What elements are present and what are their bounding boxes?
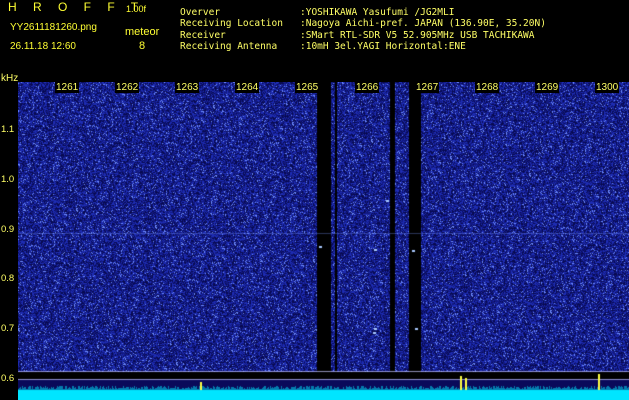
observer-value: :YOSHIKAWA Yasufumi /JG2MLI [300,7,455,18]
receiver-value: :SMart RTL-SDR V5 52.905MHz USB TACHIKAW… [300,30,535,41]
x-tick-label: 1268 [475,82,500,93]
antenna-value: :10mH 3el.YAGI Horizontal:ENE [300,41,466,52]
datetime-label: 26.11.18 12:60 [10,41,76,52]
y-axis-unit: kHz [1,73,19,84]
spectrogram-plot [18,82,629,400]
x-tick-label: 1264 [235,82,260,93]
y-tick-label: 1.0 [1,174,15,185]
y-tick-label: 0.8 [1,273,15,284]
x-tick-label: 1300 [595,82,620,93]
y-tick-label: 0.7 [1,323,15,334]
x-tick-label: 1267 [415,82,440,93]
mode-label: meteor [125,26,160,38]
y-tick-label: 0.9 [1,224,15,235]
x-tick-label: 1263 [175,82,200,93]
antenna-label: Receiving Antenna [180,41,278,52]
x-tick-label: 1261 [55,82,80,93]
location-label: Receiving Location [180,18,283,29]
x-tick-label: 1266 [355,82,380,93]
filename-label: YY2611181260.png [10,22,97,33]
app-title: H R O F F T [8,0,145,14]
x-tick-label: 1265 [295,82,320,93]
hrofft-window: H R O F F T 1.00f YY2611181260.png meteo… [0,0,629,400]
y-tick-label: 0.6 [1,373,15,384]
x-tick-label: 1269 [535,82,560,93]
version-label: 1.00f [126,4,147,14]
meteor-count: 8 [139,40,146,52]
receiver-label: Receiver [180,30,226,41]
location-value: :Nagoya Aichi-pref. JAPAN (136.90E, 35.2… [300,18,546,29]
y-tick-label: 1.1 [1,124,15,135]
observer-label: Overver [180,7,221,18]
x-tick-label: 1262 [115,82,140,93]
